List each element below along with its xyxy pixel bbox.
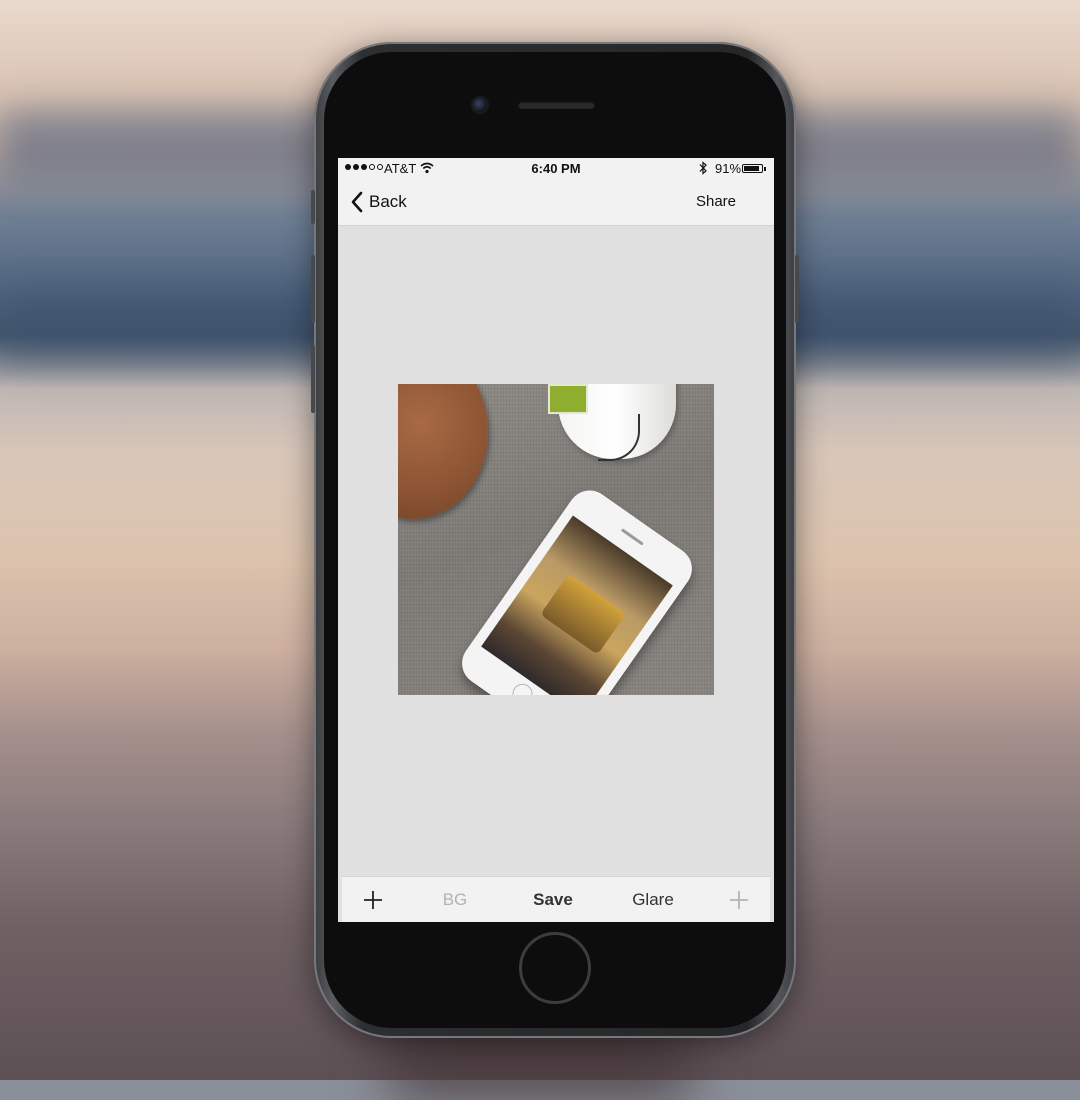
- plus-icon: [364, 891, 382, 909]
- train-image: [540, 573, 627, 655]
- add-right-button[interactable]: [722, 877, 756, 922]
- power-button: [795, 255, 799, 323]
- back-button[interactable]: Back: [350, 191, 407, 213]
- volume-up-button: [311, 255, 315, 323]
- chevron-left-icon: [351, 191, 363, 213]
- battery-percentage: 91%: [715, 161, 742, 176]
- clock: 6:40 PM: [531, 161, 581, 176]
- mockup-photo[interactable]: [398, 384, 714, 695]
- navigation-bar: Back Share: [338, 180, 774, 226]
- add-button[interactable]: [356, 877, 390, 922]
- tea-tag: [548, 384, 588, 414]
- mockup-phone-screen: [481, 515, 673, 695]
- bluetooth-icon: [699, 161, 707, 175]
- wooden-coaster: [398, 384, 488, 519]
- volume-down-button: [311, 345, 315, 413]
- app-screen: AT&T 6:40 PM 91% Back Share BG Save Glar…: [338, 158, 774, 922]
- status-bar: AT&T 6:40 PM 91%: [338, 158, 774, 180]
- glare-button[interactable]: Glare: [618, 877, 688, 922]
- plus-icon: [730, 891, 748, 909]
- bg-button[interactable]: BG: [430, 877, 480, 922]
- home-button[interactable]: [519, 932, 591, 1004]
- bottom-toolbar: BG Save Glare: [342, 876, 770, 922]
- mockup-phone: [453, 481, 701, 695]
- battery-icon: [742, 164, 763, 173]
- front-camera: [473, 98, 487, 112]
- save-button[interactable]: Save: [518, 877, 588, 922]
- mute-switch: [311, 190, 315, 224]
- earpiece-speaker: [518, 101, 595, 109]
- back-label: Back: [369, 192, 407, 211]
- share-button[interactable]: Share: [696, 193, 736, 210]
